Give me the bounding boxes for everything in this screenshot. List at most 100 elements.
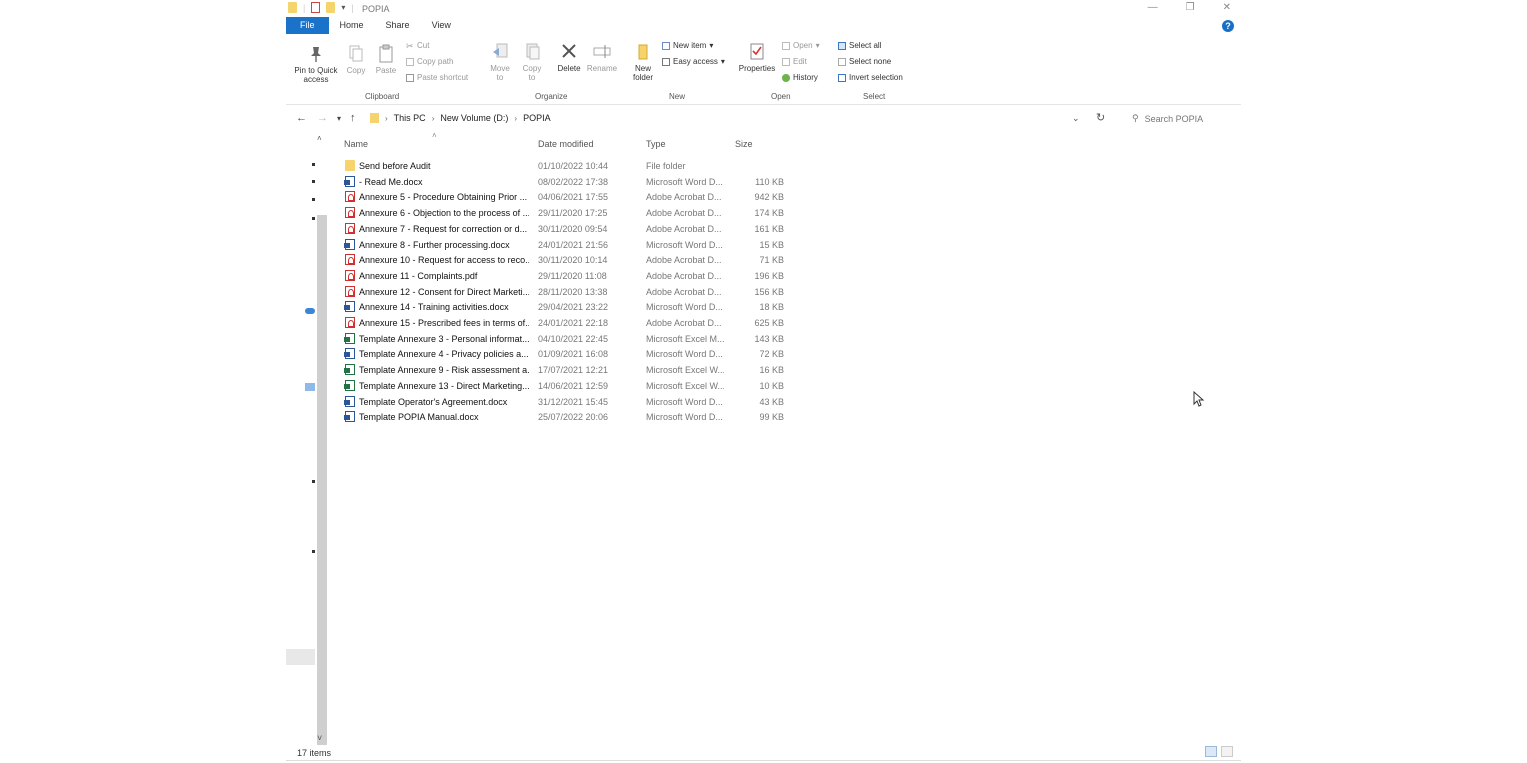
move-to-button[interactable]: Move to [488, 42, 512, 82]
nav-item-marker[interactable] [312, 163, 315, 166]
open-button[interactable]: Open ▾ [782, 41, 820, 50]
chevron-right-icon[interactable]: › [432, 114, 435, 123]
tab-share[interactable]: Share [375, 17, 421, 34]
window-controls: — ❐ ✕ [1148, 2, 1231, 13]
scroll-down-icon[interactable]: ˅ [317, 733, 322, 743]
this-pc-icon[interactable] [305, 383, 315, 391]
easy-access-button[interactable]: Easy access ▾ [662, 57, 725, 66]
help-icon[interactable]: ? [1222, 20, 1234, 32]
file-size: 16 KB [759, 365, 784, 376]
recent-locations-icon[interactable]: ▾ [337, 114, 341, 123]
copy-button[interactable]: Copy [344, 44, 368, 75]
close-icon[interactable]: ✕ [1223, 2, 1231, 13]
tab-home[interactable]: Home [329, 17, 375, 34]
file-size: 10 KB [759, 380, 784, 391]
file-row[interactable]: Annexure 14 - Training activities.docx 29… [344, 299, 804, 314]
breadcrumb-new-volume[interactable]: New Volume (D:) [440, 113, 508, 123]
rename-button[interactable]: Rename [586, 42, 618, 73]
paste-button[interactable]: Paste [374, 44, 398, 75]
pdf-file-icon [345, 222, 355, 234]
file-row[interactable]: Annexure 11 - Complaints.pdf 29/11/2020 1… [344, 268, 804, 283]
new-item-button[interactable]: New item ▾ [662, 41, 713, 50]
nav-item-marker[interactable] [312, 180, 315, 183]
file-row[interactable]: Annexure 8 - Further processing.docx 24/0… [344, 237, 804, 252]
file-row[interactable]: Annexure 10 - Request for access to reco… [344, 252, 804, 267]
chevron-right-icon[interactable]: › [385, 114, 388, 123]
file-row[interactable]: Template Operator's Agreement.docx 31/12/… [344, 394, 804, 409]
restore-icon[interactable]: ❐ [1186, 2, 1195, 13]
breadcrumb-popia[interactable]: POPIA [523, 113, 551, 123]
chevron-right-icon[interactable]: › [514, 114, 517, 123]
file-type: Adobe Acrobat D... [646, 255, 722, 266]
column-headers: ˄ Name Date modified Type Size [344, 131, 804, 151]
file-row[interactable]: Annexure 6 - Objection to the process of… [344, 205, 804, 220]
paste-shortcut-button[interactable]: Paste shortcut [406, 73, 468, 82]
column-date-modified[interactable]: Date modified [538, 139, 594, 149]
nav-item-marker[interactable] [312, 217, 315, 220]
nav-item-marker[interactable] [312, 198, 315, 201]
back-arrow-icon[interactable]: ← [296, 112, 307, 124]
refresh-icon[interactable]: ↻ [1096, 111, 1105, 124]
file-row[interactable]: Annexure 7 - Request for correction or d… [344, 221, 804, 236]
address-dropdown-icon[interactable]: ⌄ [1072, 113, 1080, 124]
history-button[interactable]: History [782, 73, 818, 82]
customize-qat-icon[interactable]: ▾ [341, 3, 345, 12]
file-row[interactable]: Template Annexure 13 - Direct Marketing.… [344, 378, 804, 393]
file-row[interactable]: Annexure 15 - Prescribed fees in terms o… [344, 315, 804, 330]
word-file-icon [344, 175, 355, 187]
onedrive-icon[interactable] [305, 308, 315, 314]
file-row[interactable]: Send before Audit 01/10/2022 10:44 File fo… [344, 158, 804, 173]
column-name[interactable]: Name [344, 139, 368, 149]
copy-path-button[interactable]: Copy path [406, 57, 453, 66]
tab-view[interactable]: View [421, 17, 462, 34]
word-file-icon [344, 395, 355, 407]
file-row[interactable]: Annexure 12 - Consent for Direct Marketi… [344, 284, 804, 299]
large-icons-view-icon[interactable] [1221, 746, 1233, 757]
edit-button[interactable]: Edit [782, 57, 807, 66]
window-bottom-border [286, 760, 1241, 761]
tab-file[interactable]: File [286, 17, 329, 34]
file-row[interactable]: - Read Me.docx 08/02/2022 17:38 Microsoft … [344, 174, 804, 189]
paste-shortcut-label: Paste shortcut [417, 73, 469, 82]
up-arrow-icon[interactable]: ↑ [350, 112, 356, 124]
scroll-up-icon[interactable]: ˄ [317, 134, 322, 143]
delete-button[interactable]: Delete [554, 42, 584, 73]
minimize-icon[interactable]: — [1148, 2, 1158, 13]
file-row[interactable]: Template Annexure 4 - Privacy policies a… [344, 346, 804, 361]
breadcrumb-this-pc[interactable]: This PC [394, 113, 426, 123]
breadcrumb[interactable]: › This PC › New Volume (D:) › POPIA [370, 113, 551, 123]
file-date-modified: 31/12/2021 15:45 [538, 396, 609, 407]
cut-button[interactable]: ✂ Cut [406, 41, 429, 50]
new-folder-button[interactable]: New folder [629, 42, 657, 82]
file-explorer-window: | ▾ | POPIA — ❐ ✕ File Home Share View ?… [286, 0, 1241, 763]
nav-pane-scrollbar[interactable] [317, 215, 327, 745]
properties-icon [750, 43, 764, 60]
invert-selection-button[interactable]: Invert selection [838, 73, 903, 82]
file-size: 43 KB [759, 396, 784, 407]
navigation-pane[interactable]: ˄ ˅ [286, 130, 330, 750]
file-row[interactable]: Template POPIA Manual.docx 25/07/2022 20:… [344, 409, 804, 424]
nav-item-marker[interactable] [312, 550, 315, 553]
pin-to-quick-access-button[interactable]: Pin to Quick access [290, 44, 342, 84]
properties-qat-icon[interactable] [311, 2, 321, 13]
file-row[interactable]: Template Annexure 3 - Personal informat.… [344, 331, 804, 346]
delete-label: Delete [557, 64, 581, 73]
file-size: 18 KB [759, 302, 784, 313]
select-all-button[interactable]: Select all [838, 41, 881, 50]
new-folder-qat-icon[interactable] [326, 2, 336, 13]
copy-to-button[interactable]: Copy to [520, 42, 544, 82]
file-row[interactable]: Annexure 5 - Procedure Obtaining Prior .… [344, 189, 804, 204]
properties-button[interactable]: Properties [736, 42, 778, 73]
details-view-icon[interactable] [1205, 746, 1217, 757]
column-size[interactable]: Size [735, 139, 753, 149]
search-box[interactable]: ⚲ Search POPIA [1132, 113, 1203, 124]
column-type[interactable]: Type [646, 139, 666, 149]
select-none-button[interactable]: Select none [838, 57, 891, 66]
file-row[interactable]: Template Annexure 9 - Risk assessment a.… [344, 362, 804, 377]
paste-shortcut-icon [406, 73, 414, 82]
qat-divider: | [303, 2, 306, 13]
forward-arrow-icon[interactable]: → [317, 112, 328, 124]
file-name: Annexure 7 - Request for correction or d… [359, 223, 528, 234]
nav-item-marker[interactable] [312, 480, 315, 483]
rename-label: Rename [586, 64, 618, 73]
